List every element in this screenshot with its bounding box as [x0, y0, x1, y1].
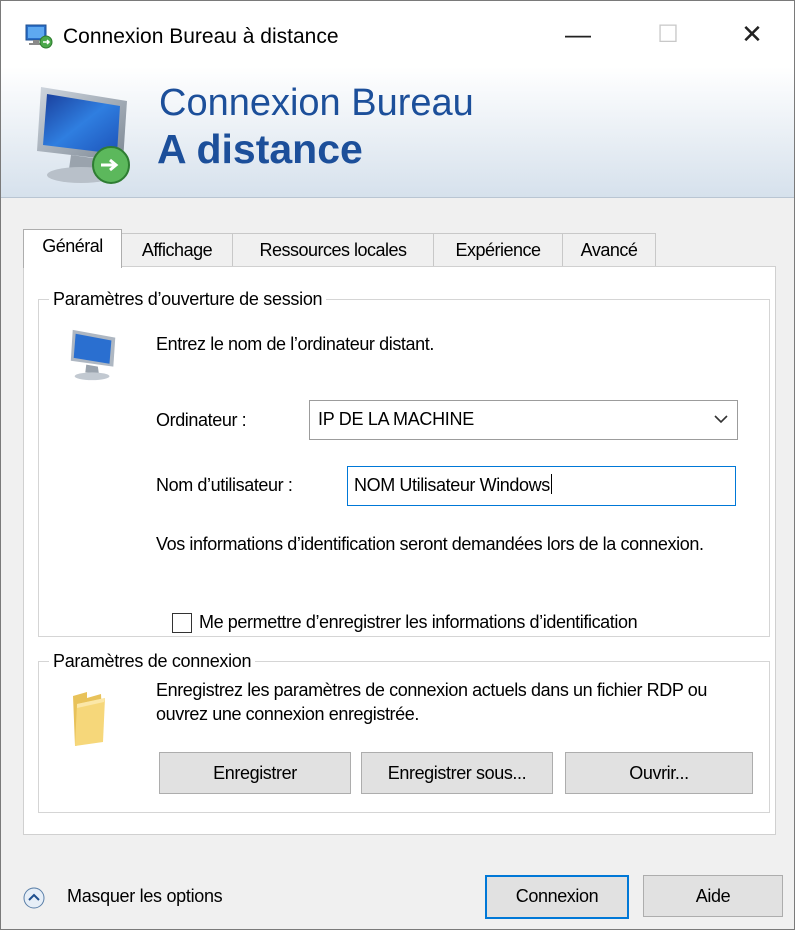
credentials-info: Vos informations d’identification seront…: [156, 534, 704, 554]
hide-options-link[interactable]: Masquer les options: [67, 884, 223, 908]
chevron-down-icon[interactable]: [713, 411, 729, 427]
save-credentials-label[interactable]: Me permettre d’enregistrer les informati…: [199, 610, 638, 634]
computer-value: IP DE LA MACHINE: [318, 409, 474, 429]
computer-instruction: Entrez le nom de l’ordinateur distant.: [156, 334, 434, 354]
banner-title-line1: Connexion Bureau: [159, 82, 474, 124]
maximize-button[interactable]: ☐: [627, 1, 709, 67]
minimize-button[interactable]: —: [537, 1, 619, 67]
open-button[interactable]: Ouvrir...: [565, 752, 753, 794]
logon-settings-group: Paramètres d’ouverture de session Entrez…: [38, 287, 770, 637]
connect-button[interactable]: Connexion: [485, 875, 629, 919]
remote-desktop-icon: [25, 24, 53, 49]
text-caret: [550, 474, 552, 494]
title-bar[interactable]: Connexion Bureau à distance — ☐ ✕: [1, 1, 794, 67]
computer-label: Ordinateur :: [156, 410, 247, 430]
tab-ressources-locales[interactable]: Ressources locales: [232, 233, 434, 266]
chevron-up-circle-icon[interactable]: [23, 887, 45, 909]
computer-combobox[interactable]: IP DE LA MACHINE: [309, 400, 738, 440]
close-button[interactable]: ✕: [711, 1, 793, 67]
monitor-remote-icon: [37, 87, 130, 184]
header-banner: Connexion Bureau A distance: [1, 67, 794, 198]
tab-affichage[interactable]: Affichage: [121, 233, 233, 266]
banner-title-line2: A distance: [157, 126, 363, 172]
connection-description: Enregistrez les paramètres de connexion …: [156, 680, 707, 724]
folder-icon: [73, 692, 105, 746]
save-as-button[interactable]: Enregistrer sous...: [361, 752, 553, 794]
tab-general[interactable]: Général: [23, 229, 122, 268]
logon-group-title: Paramètres d’ouverture de session: [49, 287, 327, 311]
general-tab-panel: Paramètres d’ouverture de session Entrez…: [23, 266, 776, 835]
save-credentials-checkbox[interactable]: [172, 613, 192, 633]
computer-icon: [70, 329, 116, 381]
username-field[interactable]: NOM Utilisateur Windows: [347, 466, 736, 506]
help-button[interactable]: Aide: [643, 875, 783, 917]
tab-avance[interactable]: Avancé: [562, 233, 656, 266]
window-title: Connexion Bureau à distance: [63, 25, 339, 48]
username-label: Nom d’utilisateur :: [156, 475, 293, 495]
connection-settings-group: Paramètres de connexion Enregistrez les …: [38, 649, 770, 813]
save-button[interactable]: Enregistrer: [159, 752, 351, 794]
connection-group-title: Paramètres de connexion: [49, 649, 256, 673]
username-value-wrap: NOM Utilisateur Windows: [354, 473, 552, 497]
rdp-window: Connexion Bureau à distance — ☐ ✕ Connex…: [0, 0, 795, 930]
username-value: NOM Utilisateur Windows: [354, 475, 550, 495]
tab-experience[interactable]: Expérience: [433, 233, 563, 266]
